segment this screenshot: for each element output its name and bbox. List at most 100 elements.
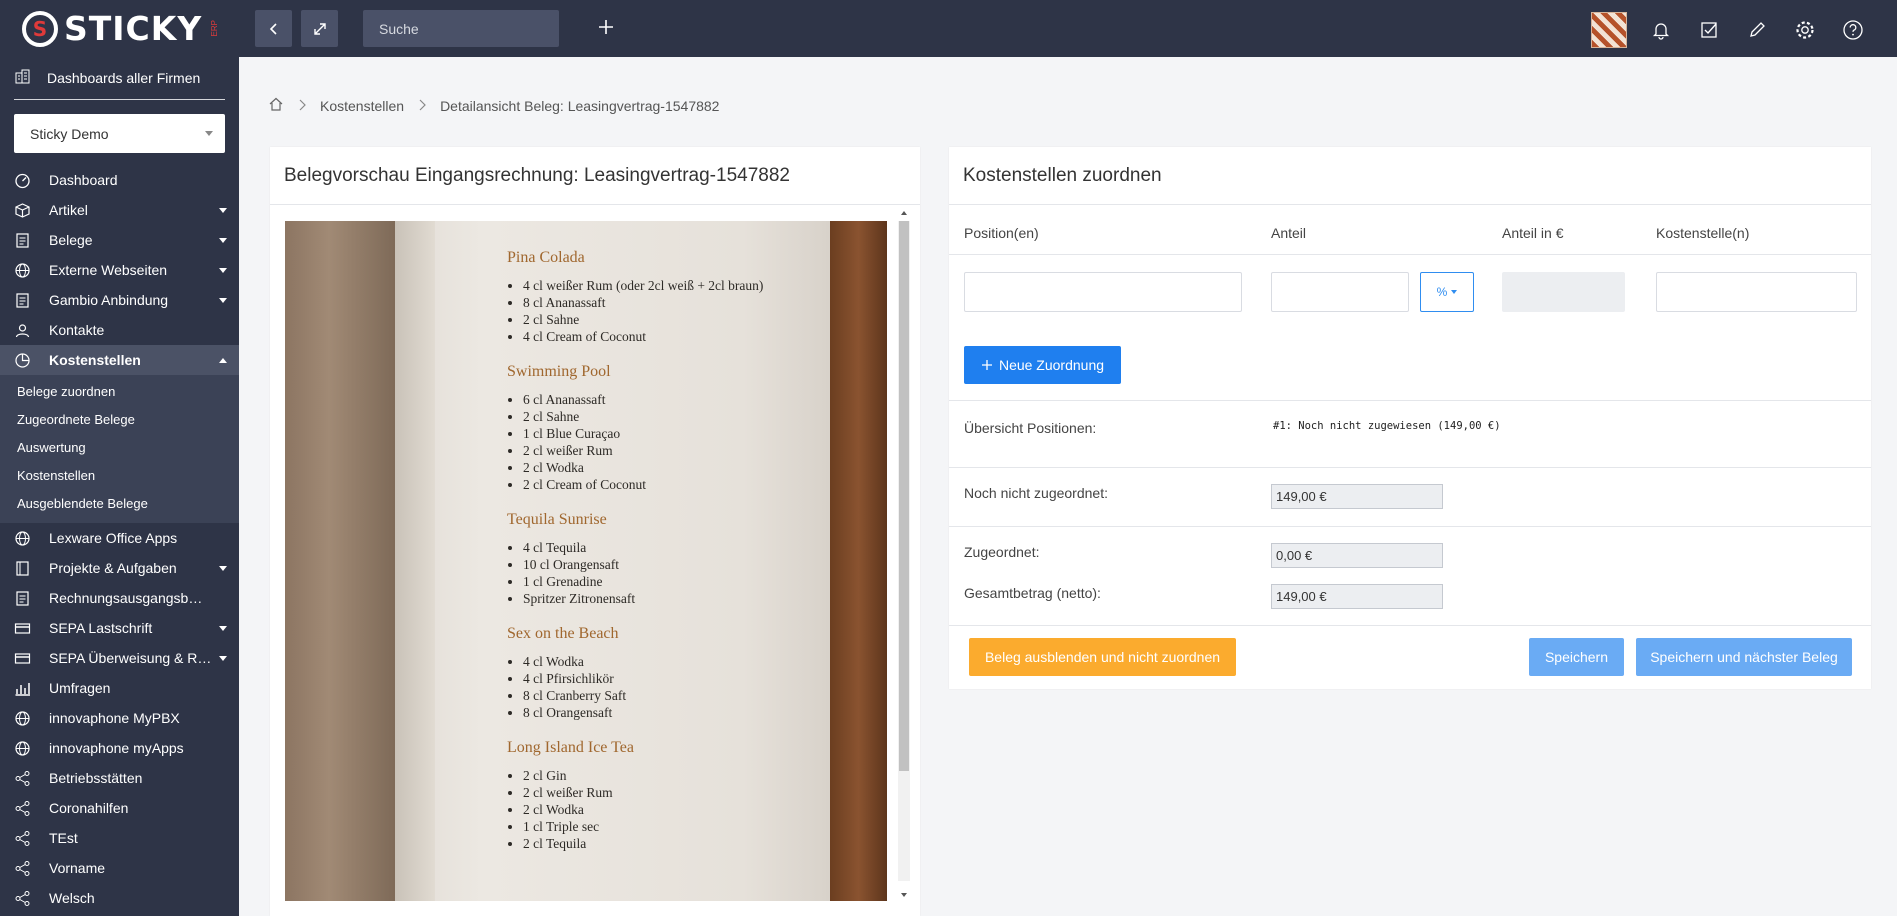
not-assigned-value: 149,00 € [1271, 484, 1443, 509]
sidebar-item-externe-webseiten[interactable]: Externe Webseiten [0, 255, 239, 285]
sidebar-item-label: Gambio Anbindung [49, 292, 169, 308]
divider [949, 625, 1871, 626]
sidebar-item-rechnungsausgangsb[interactable]: Rechnungsausgangsb… [0, 583, 239, 613]
sidebar-item-welsch[interactable]: Welsch [0, 883, 239, 913]
sidebar-item-label: Kontakte [49, 322, 105, 338]
chevron-right-icon [418, 98, 426, 114]
sidebar-item-artikel[interactable]: Artikel [0, 195, 239, 225]
share-icon [14, 860, 31, 877]
save-and-next-button[interactable]: Speichern und nächster Beleg [1636, 638, 1852, 676]
avatar[interactable] [1591, 12, 1627, 48]
recipe-ingredient-list: 4 cl Wodka4 cl Pfirsichlikör8 cl Cranber… [507, 653, 817, 721]
new-allocation-button[interactable]: Neue Zuordnung [964, 346, 1121, 384]
sidebar-item-belege[interactable]: Belege [0, 225, 239, 255]
hide-document-button[interactable]: Beleg ausblenden und nicht zuordnen [969, 638, 1236, 676]
tasks-button[interactable] [1695, 16, 1723, 44]
sidebar-item-label: Dashboard [49, 172, 118, 188]
back-button[interactable] [255, 10, 292, 47]
chevron-up-icon [219, 358, 227, 363]
scroll-down-icon[interactable] [901, 893, 907, 897]
sidebar-subitem-zugeordnete-belege[interactable]: Zugeordnete Belege [0, 405, 239, 433]
divider [949, 526, 1871, 527]
sidebar-item-label: Welsch [49, 890, 95, 906]
sidebar-item-innovaphone-mypbx[interactable]: innovaphone MyPBX [0, 703, 239, 733]
bell-icon [1652, 23, 1670, 40]
recipe-ingredient: 2 cl Cream of Coconut [523, 476, 817, 493]
share-input[interactable] [1271, 272, 1409, 312]
contacts-icon [14, 322, 31, 339]
help-button[interactable] [1839, 16, 1867, 44]
cost-center-select[interactable] [1656, 272, 1857, 312]
top-bar: S STICKY ERP [0, 0, 1897, 57]
sidebar-item-label: Vorname [49, 860, 106, 876]
recipe-ingredient: 2 cl weißer Rum [523, 784, 817, 801]
plus-icon [981, 360, 992, 370]
add-button[interactable] [597, 14, 615, 40]
sidebar-item-kontakte[interactable]: Kontakte [0, 315, 239, 345]
sidebar-item-lexware-office-apps[interactable]: Lexware Office Apps [0, 523, 239, 553]
scroll-up-icon[interactable] [901, 211, 907, 215]
sidebar-item-sepa-lastschrift[interactable]: SEPA Lastschrift [0, 613, 239, 643]
chevron-down-icon [219, 238, 227, 243]
column-header-share-euro: Anteil in € [1502, 225, 1564, 241]
search-input[interactable] [363, 10, 559, 47]
not-assigned-label: Noch nicht zugeordnet: [964, 485, 1108, 501]
logo[interactable]: S STICKY ERP [0, 0, 239, 57]
recipe-ingredient: 8 cl Ananassaft [523, 294, 817, 311]
document-icon [14, 292, 31, 309]
sidebar-item-dashboards-all[interactable]: Dashboards aller Firmen [0, 57, 239, 99]
sidebar-item-test[interactable]: TEst [0, 823, 239, 853]
sidebar-item-coronahilfen[interactable]: Coronahilfen [0, 793, 239, 823]
preview-title: Belegvorschau Eingangsrechnung: Leasingv… [270, 147, 920, 205]
sidebar-item-kostenstellen[interactable]: Kostenstellen [0, 345, 239, 375]
checkbox-icon [1701, 22, 1717, 38]
chevron-down-icon [219, 626, 227, 631]
scroll-thumb[interactable] [899, 221, 909, 771]
recipe-ingredient: 2 cl Wodka [523, 459, 817, 476]
globe-icon [14, 740, 31, 757]
sidebar: Dashboards aller Firmen Sticky Demo Dash… [0, 57, 239, 916]
sidebar-item-betriebsstätten[interactable]: Betriebsstätten [0, 763, 239, 793]
sidebar-item-dashboard[interactable]: Dashboard [0, 165, 239, 195]
pencil-icon [1750, 22, 1765, 37]
sidebar-item-label: Projekte & Aufgaben [49, 560, 177, 576]
notifications-button[interactable] [1647, 16, 1675, 44]
company-select[interactable]: Sticky Demo [14, 114, 225, 153]
recipe-ingredient: 4 cl Wodka [523, 653, 817, 670]
recipe-ingredient: 1 cl Triple sec [523, 818, 817, 835]
recipe-ingredient: 4 cl weißer Rum (oder 2cl weiß + 2cl bra… [523, 277, 817, 294]
recipe-ingredient-list: 4 cl Tequila10 cl Orangensaft1 cl Grenad… [507, 539, 817, 607]
globe-icon [14, 262, 31, 279]
edit-button[interactable] [1743, 16, 1771, 44]
home-link[interactable] [268, 96, 284, 115]
unit-dropdown[interactable]: % [1420, 272, 1474, 312]
chevron-down-icon [219, 208, 227, 213]
sidebar-item-projekte-aufgaben[interactable]: Projekte & Aufgaben [0, 553, 239, 583]
recipe-ingredient: 4 cl Tequila [523, 539, 817, 556]
sidebar-item-sepa-überweisung-r[interactable]: SEPA Überweisung & R… [0, 643, 239, 673]
sidebar-subitem-auswertung[interactable]: Auswertung [0, 433, 239, 461]
document-icon [14, 232, 31, 249]
sidebar-subitem-ausgeblendete-belege[interactable]: Ausgeblendete Belege [0, 489, 239, 517]
sidebar-item-innovaphone-myapps[interactable]: innovaphone myApps [0, 733, 239, 763]
sidebar-subitem-belege-zuordnen[interactable]: Belege zuordnen [0, 377, 239, 405]
position-select[interactable] [964, 272, 1242, 312]
share-icon [14, 830, 31, 847]
recipe-heading: Pina Colada [507, 249, 585, 266]
brand-sub: ERP [210, 20, 220, 37]
fullscreen-button[interactable] [301, 10, 338, 47]
save-button[interactable]: Speichern [1529, 638, 1624, 676]
sidebar-subitem-kostenstellen[interactable]: Kostenstellen [0, 461, 239, 489]
column-header-cost-center: Kostenstelle(n) [1656, 225, 1750, 241]
sidebar-item-umfragen[interactable]: Umfragen [0, 673, 239, 703]
breadcrumb-link-kostenstellen[interactable]: Kostenstellen [320, 98, 404, 114]
preview-scrollbar[interactable] [898, 207, 910, 907]
settings-button[interactable] [1791, 16, 1819, 44]
brand-name: STICKY [64, 9, 203, 48]
gear-icon [1796, 21, 1814, 39]
company-select-value: Sticky Demo [30, 125, 109, 142]
sidebar-item-label: Kostenstellen [49, 352, 141, 368]
sidebar-item-gambio-anbindung[interactable]: Gambio Anbindung [0, 285, 239, 315]
sidebar-item-vorname[interactable]: Vorname [0, 853, 239, 883]
chevron-right-icon [298, 98, 306, 114]
